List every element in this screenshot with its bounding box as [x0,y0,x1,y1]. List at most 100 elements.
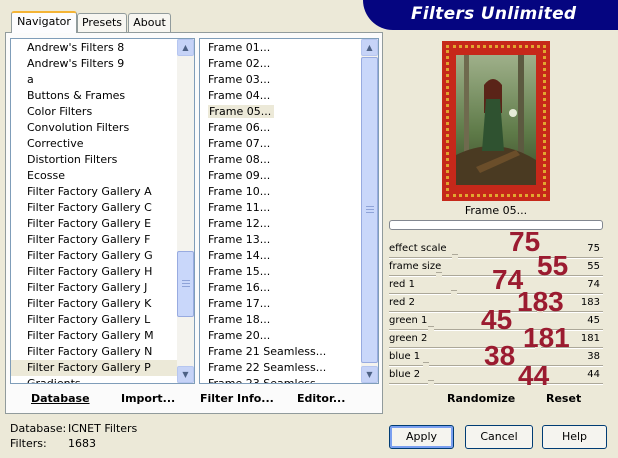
scrollbar-thumb[interactable] [177,251,194,317]
filter-item[interactable]: Frame 09... [200,168,361,184]
filter-item-label: Frame 07... [208,137,271,150]
category-item[interactable]: Filter Factory Gallery J [11,280,177,296]
parameter-value: 55 [587,261,600,272]
filter-item[interactable]: Frame 11... [200,200,361,216]
parameter-name: blue 2 [389,369,421,380]
category-item[interactable]: Filter Factory Gallery C [11,200,177,216]
filter-item-label: Frame 08... [208,153,271,166]
tab-navigator[interactable]: Navigator [11,11,77,33]
category-item[interactable]: Filter Factory Gallery F [11,232,177,248]
parameter-name: green 1 [389,315,428,326]
import-button[interactable]: Import... [121,392,175,405]
category-item[interactable]: Filter Factory Gallery E [11,216,177,232]
filter-item-label: Frame 13... [208,233,271,246]
category-list[interactable]: Andrew's Filters 8 Andrew's Filters 9 a But… [10,38,195,384]
filter-item[interactable]: Frame 21 Seamless... [200,344,361,360]
filter-item-label: Frame 18... [208,313,271,326]
filter-item[interactable]: Frame 04... [200,88,361,104]
category-item[interactable]: Filter Factory Gallery L [11,312,177,328]
scroll-down-button[interactable]: ▼ [361,366,378,383]
category-item[interactable]: Filter Factory Gallery P [11,360,177,376]
category-item[interactable]: Filter Factory Gallery H [11,264,177,280]
scroll-up-button[interactable]: ▲ [361,39,378,56]
reset-button[interactable]: Reset [546,392,581,405]
slider-thumb[interactable] [427,380,434,385]
filter-item[interactable]: Frame 01... [200,40,361,56]
category-item[interactable]: Gradients [11,376,177,383]
preview-image [456,55,536,185]
banner-title: Filters Unlimited [411,4,577,24]
editor-button[interactable]: Editor... [297,392,345,405]
filter-item[interactable]: Frame 23 Seamless... [200,376,361,383]
parameter-large-value: 75 [509,226,541,257]
category-item[interactable]: Andrew's Filters 8 [11,40,177,56]
database-button[interactable]: Database [31,392,90,405]
category-scrollbar[interactable]: ▲ ▼ [177,39,194,383]
parameter-slider[interactable] [389,380,603,385]
filter-item-label: Frame 15... [208,265,271,278]
filter-item-label: Frame 23 Seamless... [208,377,326,383]
parameter-value: 44 [587,369,600,380]
category-item[interactable]: a [11,72,177,88]
category-item[interactable]: Filter Factory Gallery M [11,328,177,344]
category-item[interactable]: Filter Factory Gallery K [11,296,177,312]
category-item[interactable]: Distortion Filters [11,152,177,168]
status-database-label: Database: [10,422,67,435]
filter-item-label: Frame 10... [208,185,271,198]
filter-item[interactable]: Frame 06... [200,120,361,136]
filter-item[interactable]: Frame 07... [200,136,361,152]
parameter-row[interactable]: effect scale 75 [389,241,603,259]
filter-item[interactable]: Frame 20... [200,328,361,344]
category-item[interactable]: Convolution Filters [11,120,177,136]
help-button[interactable]: Help [542,425,607,449]
category-item[interactable]: Andrew's Filters 9 [11,56,177,72]
filter-item[interactable]: Frame 15... [200,264,361,280]
filter-item[interactable]: Frame 08... [200,152,361,168]
filter-item[interactable]: Frame 02... [200,56,361,72]
scroll-up-button[interactable]: ▲ [177,39,194,56]
parameter-value: 74 [587,279,600,290]
category-item[interactable]: Buttons & Frames [11,88,177,104]
filter-list[interactable]: Frame 01... Frame 02... Frame 03... Frame 0… [199,38,379,384]
filter-items: Frame 01... Frame 02... Frame 03... Frame 0… [200,39,361,383]
category-item[interactable]: Ecosse [11,168,177,184]
filter-item[interactable]: Frame 16... [200,280,361,296]
randomize-button[interactable]: Randomize [447,392,515,405]
status-filters-label: Filters: [10,437,47,450]
filter-info-button[interactable]: Filter Info... [200,392,274,405]
filter-scrollbar[interactable]: ▲ ▼ [361,39,378,383]
filter-item[interactable]: Frame 12... [200,216,361,232]
category-item[interactable]: Filter Factory Gallery N [11,344,177,360]
category-item[interactable]: Color Filters [11,104,177,120]
tab-presets[interactable]: Presets [77,13,127,32]
tab-about[interactable]: About [128,13,171,32]
filter-item[interactable]: Frame 03... [200,72,361,88]
filter-item[interactable]: Frame 18... [200,312,361,328]
parameter-name: green 2 [389,333,428,344]
scrollbar-thumb[interactable] [361,57,378,363]
apply-button[interactable]: Apply [389,425,454,449]
parameter-name: blue 1 [389,351,421,362]
filter-item-label: Frame 16... [208,281,271,294]
filter-item[interactable]: Frame 10... [200,184,361,200]
filter-item[interactable]: Frame 17... [200,296,361,312]
preview-caption: Frame 05... [464,204,528,217]
parameter-value: 75 [587,243,600,254]
filter-item[interactable]: Frame 05... [200,104,361,120]
filter-item[interactable]: Frame 22 Seamless... [200,360,361,376]
filter-item[interactable]: Frame 14... [200,248,361,264]
category-item[interactable]: Filter Factory Gallery A [11,184,177,200]
filter-item-label: Frame 22 Seamless... [208,361,327,374]
category-item[interactable]: Filter Factory Gallery G [11,248,177,264]
parameter-name: effect scale [389,243,447,254]
category-item[interactable]: Corrective [11,136,177,152]
filter-item[interactable]: Frame 13... [200,232,361,248]
scroll-down-button[interactable]: ▼ [177,366,194,383]
filter-item-label: Frame 21 Seamless... [208,345,327,358]
filter-item-label: Frame 20... [208,329,271,342]
parameter-row[interactable]: blue 2 44 [389,367,603,385]
filter-item-label: Frame 05... [208,105,275,118]
cancel-button[interactable]: Cancel [465,425,533,449]
parameter-name: frame size [389,261,442,272]
filter-item-label: Frame 06... [208,121,271,134]
